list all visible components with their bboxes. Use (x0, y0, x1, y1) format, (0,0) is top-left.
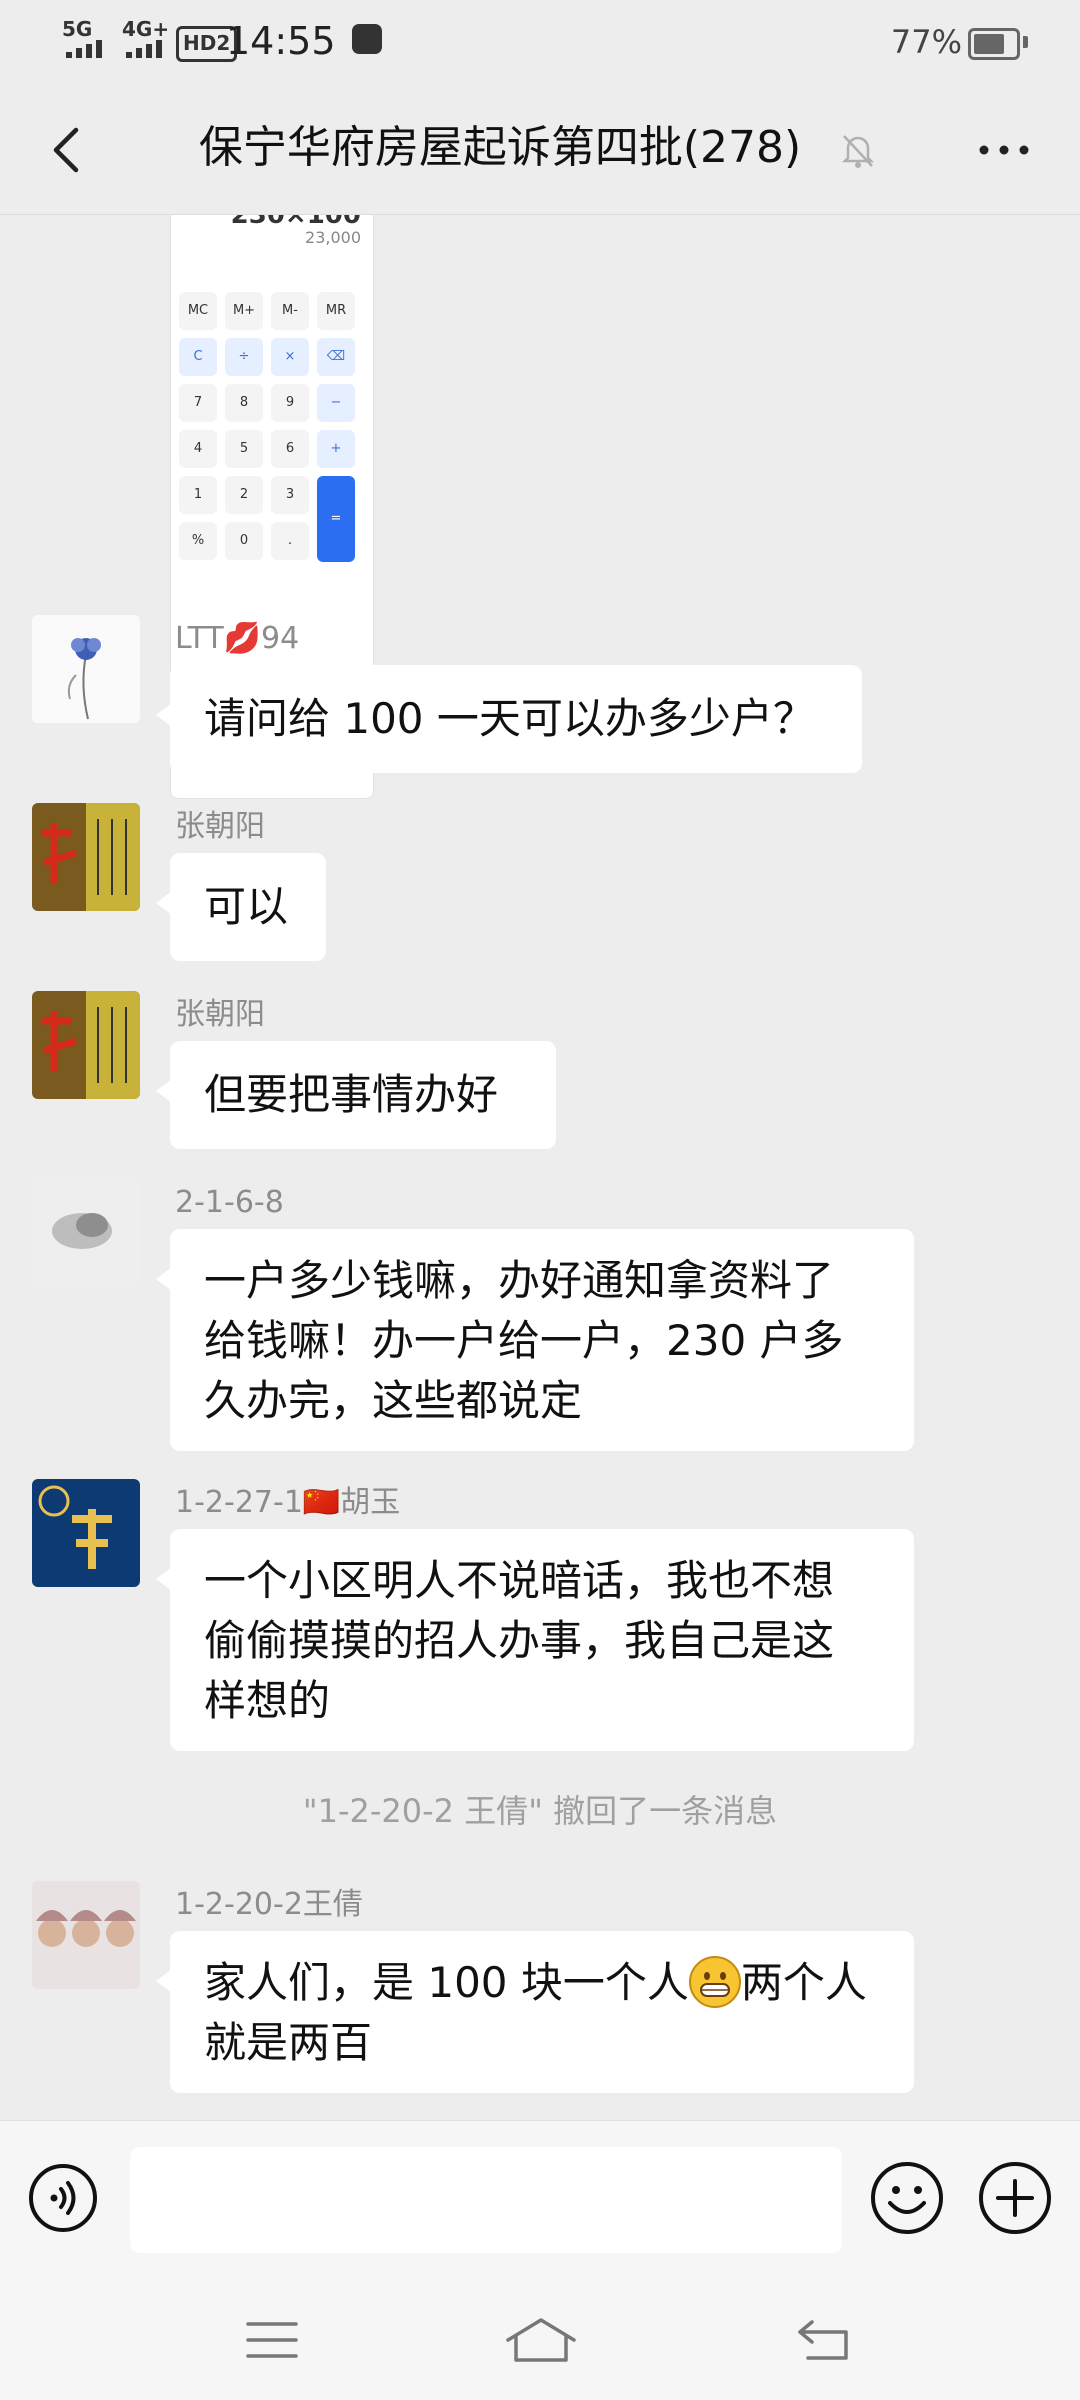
message-bubble[interactable]: 家人们，是 100 块一个人 两个人 就是两百 (156, 1931, 914, 2093)
calc-key: 4 (179, 430, 217, 468)
sender-name: 张朝阳 (175, 997, 265, 1032)
message-bubble[interactable]: 但要把事情办好 (156, 1041, 556, 1149)
back-arrow-icon[interactable] (38, 120, 98, 180)
chat-message-list[interactable]: 230×100 23,000 MC M+ M- MR C ÷ × ⌫ 7 8 9−4 5 6 +1 2 3% 0… (0, 215, 1080, 2120)
signal-icon-2 (126, 40, 162, 58)
calligraphy-avatar-icon (32, 803, 140, 911)
status-bar: 5G 4G+ HD2 14:55 77% (0, 0, 1080, 86)
avatar[interactable] (32, 615, 140, 723)
message-text: 请问给 100 一天可以办多少户？ (204, 694, 815, 743)
more-functions-plus-icon[interactable] (978, 2161, 1052, 2235)
home-icon[interactable] (504, 2314, 578, 2366)
clock: 14:55 (226, 19, 336, 63)
flower-avatar-icon (32, 615, 140, 723)
message-line: 偷偷摸摸的招人办事，我自己是这 (204, 1616, 835, 1665)
message-bubble[interactable]: 可以 (156, 853, 326, 961)
network-5g-label: 5G (62, 17, 93, 41)
calc-key: . (271, 522, 309, 560)
battery-tip (1023, 36, 1028, 48)
sender-name: 1-2-27-1🇨🇳胡玉 (175, 1485, 401, 1520)
signal-icon (66, 40, 102, 58)
system-navigation-bar (0, 2280, 1080, 2400)
calc-key: 7 (179, 384, 217, 422)
calc-key: % (179, 522, 217, 560)
message-text: 两个人 (740, 1958, 867, 2007)
network-4g-label: 4G+ (122, 17, 170, 41)
message-bubble[interactable]: 一户多少钱嘛，办好通知拿资料了 给钱嘛！办一户给一户，230 户多 久办完，这些… (156, 1229, 914, 1451)
calc-key: MC (179, 292, 217, 330)
message-line: 样想的 (204, 1676, 331, 1725)
more-options-icon[interactable] (976, 126, 1032, 174)
message-bubble[interactable]: 请问给 100 一天可以办多少户？ (156, 665, 862, 773)
grinning-face-emoji-icon (688, 1955, 741, 2008)
emoji-button-icon[interactable] (870, 2161, 944, 2235)
calc-key: M+ (225, 292, 263, 330)
voice-input-icon[interactable] (28, 2163, 98, 2233)
calc-key: ÷ (225, 338, 263, 376)
notification-app-icon (352, 24, 382, 54)
avatar[interactable] (32, 803, 140, 911)
message-line: 一户多少钱嘛，办好通知拿资料了 (204, 1256, 835, 1305)
calc-key: 3 (271, 476, 309, 514)
hu-avatar-icon (32, 1479, 140, 1587)
message-line: 一个小区明人不说暗话，我也不想 (204, 1556, 835, 1605)
back-return-icon[interactable] (796, 2314, 852, 2366)
sender-name: 1-2-20-2王倩 (175, 1887, 363, 1922)
calligraphy-avatar-icon (32, 991, 140, 1099)
sender-name: 张朝阳 (175, 809, 265, 844)
calc-key: 9 (271, 384, 309, 422)
calc-key: 1 (179, 476, 217, 514)
calc-key: = (317, 476, 355, 562)
calc-key: × (271, 338, 309, 376)
calc-key: MR (317, 292, 355, 330)
calc-key: M- (271, 292, 309, 330)
avatar[interactable] (32, 1179, 140, 1287)
avatar[interactable] (32, 1479, 140, 1587)
message-text: 可以 (204, 882, 289, 931)
message-line: 久办完，这些都说定 (204, 1376, 583, 1425)
calc-key: 8 (225, 384, 263, 422)
recall-notice: "1-2-20-2 王倩" 撤回了一条消息 (302, 1792, 778, 1830)
sender-name: LTT💋94 (175, 621, 300, 656)
avatar[interactable] (32, 991, 140, 1099)
message-input-bar (0, 2120, 1080, 2281)
menu-lines-icon[interactable] (244, 2314, 300, 2366)
hands-avatar-icon (32, 1179, 140, 1287)
calc-key: 5 (225, 430, 263, 468)
calc-key: + (317, 430, 355, 468)
chat-title: 保宁华府房屋起诉第四批(278) (198, 122, 802, 173)
portrait-avatar-icon (32, 1881, 140, 1989)
sender-name: 2-1-6-8 (175, 1185, 284, 1220)
battery-icon (968, 28, 1020, 60)
battery-percent: 77% (890, 23, 962, 61)
avatar[interactable] (32, 1881, 140, 1989)
message-text: 但要把事情办好 (204, 1070, 499, 1119)
message-text: 家人们，是 100 块一个人 (204, 1958, 689, 2007)
message-line: 就是两百 (204, 2018, 373, 2067)
chat-header: 保宁华府房屋起诉第四批(278) (0, 86, 1080, 215)
message-bubble[interactable]: 一个小区明人不说暗话，我也不想 偷偷摸摸的招人办事，我自己是这 样想的 (156, 1529, 914, 1751)
mute-bell-icon (841, 135, 875, 168)
calc-key: − (317, 384, 355, 422)
calc-key: C (179, 338, 217, 376)
calc-key: 0 (225, 522, 263, 560)
calc-key: ⌫ (317, 338, 355, 376)
message-line: 给钱嘛！办一户给一户，230 户多 (204, 1316, 844, 1365)
calc-key: 2 (225, 476, 263, 514)
calc-key: 6 (271, 430, 309, 468)
message-input-field[interactable] (130, 2147, 842, 2253)
calc-result: 23,000 (305, 228, 361, 247)
